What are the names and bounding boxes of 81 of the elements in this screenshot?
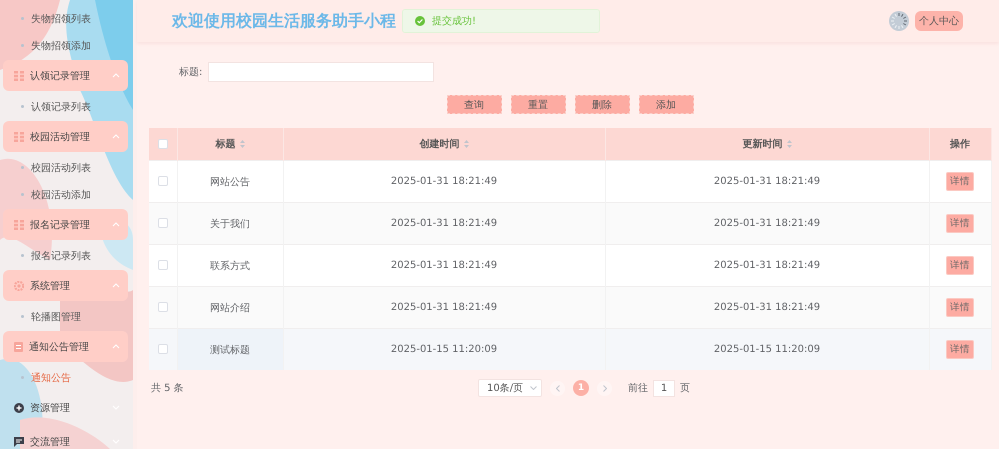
chevron-icon <box>112 344 120 349</box>
previous-page-button[interactable] <box>550 380 565 396</box>
page-unit: 页 <box>680 382 690 395</box>
page-title: 欢迎使用校园生活服务助手小程 <box>172 10 396 32</box>
chat-icon <box>14 436 24 446</box>
action-button[interactable]: 查询 <box>446 95 502 114</box>
check-icon <box>415 16 425 26</box>
table-cell: 网站公告 <box>210 176 250 188</box>
sort-icon[interactable] <box>464 140 468 148</box>
table-cell: 2025-01-31 18:21:49 <box>714 260 820 271</box>
table-cell: 2025-01-31 18:21:49 <box>390 260 498 271</box>
sort-icon[interactable] <box>240 140 244 148</box>
table-cell: 2025-01-15 11:20:09 <box>714 344 820 355</box>
goto-label: 前往 <box>628 382 648 395</box>
row-checkbox[interactable] <box>158 176 168 186</box>
chevron-icon <box>112 134 120 139</box>
grid-icon <box>14 132 24 142</box>
action-button[interactable]: 删除 <box>574 95 630 114</box>
table-cell: 2025-01-31 18:21:49 <box>714 218 820 229</box>
row-checkbox[interactable] <box>158 260 168 270</box>
details-button[interactable]: 详情 <box>946 340 974 359</box>
column-header[interactable]: 标题 <box>216 137 236 151</box>
gear-icon <box>14 280 24 290</box>
toast-message: 提交成功! <box>432 14 476 28</box>
menu-group[interactable]: 系统管理 <box>3 270 128 301</box>
row-checkbox[interactable] <box>158 344 168 354</box>
action-button[interactable]: 添加 <box>638 95 694 114</box>
table-cell: 2025-01-15 11:20:09 <box>390 344 498 355</box>
menu-group[interactable]: 报名记录管理 <box>3 209 128 240</box>
chevron-icon <box>112 222 120 227</box>
details-button[interactable]: 详情 <box>946 172 974 191</box>
menu-group[interactable]: 资源管理 <box>3 392 128 423</box>
menu-group[interactable]: 认领记录管理 <box>3 60 128 91</box>
table-cell: 联系方式 <box>210 260 250 272</box>
chevron-icon <box>602 384 606 392</box>
title-input[interactable] <box>208 62 434 82</box>
table-cell: 2025-01-31 18:21:49 <box>714 176 820 187</box>
table-cell: 2025-01-31 18:21:49 <box>390 302 498 313</box>
field-label: 标题: <box>179 66 202 79</box>
table-cell: 2025-01-31 18:21:49 <box>390 218 498 229</box>
menu-item[interactable]: 认领记录列表 <box>31 100 91 114</box>
action-button[interactable]: 重置 <box>510 95 566 114</box>
row-checkbox[interactable] <box>158 302 168 312</box>
plus-icon <box>14 402 24 412</box>
menu-item[interactable]: 失物招领添加 <box>31 38 91 52</box>
details-button[interactable]: 详情 <box>946 298 974 317</box>
menu-item[interactable]: 校园活动添加 <box>31 188 91 202</box>
chevron-icon <box>112 283 120 288</box>
table-cell: 2025-01-31 18:21:49 <box>714 302 820 313</box>
menu-item[interactable]: 通知公告 <box>31 370 71 384</box>
details-button[interactable]: 详情 <box>946 214 974 233</box>
caret-icon <box>530 386 537 390</box>
menu-item[interactable]: 轮播图管理 <box>31 310 81 324</box>
menu-item[interactable]: 报名记录列表 <box>31 248 91 262</box>
menu-item[interactable]: 失物招领列表 <box>31 12 91 26</box>
menu-item[interactable]: 校园活动列表 <box>31 160 91 174</box>
page-size-select[interactable]: 10条/页 <box>478 379 542 397</box>
avatar-icon[interactable] <box>889 11 909 31</box>
column-header[interactable]: 更新时间 <box>742 137 782 151</box>
chevron-icon <box>112 73 120 78</box>
column-header[interactable]: 创建时间 <box>420 137 460 151</box>
page-input[interactable]: 1 <box>653 380 675 396</box>
column-header[interactable]: 操作 <box>950 137 970 151</box>
menu-group[interactable]: 通知公告管理 <box>3 331 128 362</box>
table-cell: 测试标题 <box>210 344 250 356</box>
grid-icon <box>14 220 24 230</box>
table-cell: 网站介绍 <box>210 302 250 314</box>
next-page-button[interactable] <box>597 380 612 396</box>
sort-icon[interactable] <box>786 140 792 148</box>
table-cell: 2025-01-31 18:21:49 <box>390 176 498 187</box>
table-cell: 关于我们 <box>210 218 250 230</box>
total-count: 共 5 条 <box>151 382 185 395</box>
select-all-checkbox[interactable] <box>158 138 168 149</box>
menu-group[interactable]: 交流管理 <box>3 426 128 449</box>
row-checkbox[interactable] <box>158 218 168 228</box>
chevron-icon <box>556 384 560 392</box>
document-icon <box>14 342 23 352</box>
details-button[interactable]: 详情 <box>946 256 974 275</box>
user-center-button[interactable]: 个人中心 <box>915 11 963 31</box>
menu-group[interactable]: 校园活动管理 <box>3 121 128 152</box>
grid-icon <box>14 70 24 80</box>
